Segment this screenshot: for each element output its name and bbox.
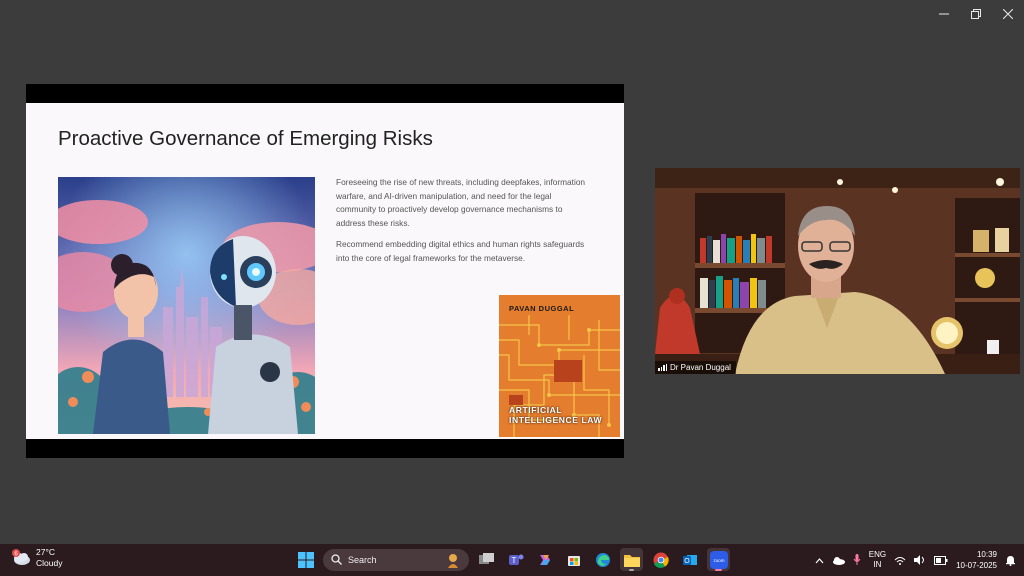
minimize-icon (939, 13, 949, 15)
battery-icon[interactable] (934, 555, 948, 565)
connection-signal-icon (658, 364, 667, 371)
edge-app[interactable] (591, 548, 614, 571)
chrome-app[interactable] (649, 548, 672, 571)
task-view-button[interactable] (475, 548, 498, 571)
search-label: Search (348, 554, 377, 565)
volume-icon[interactable] (914, 555, 926, 565)
participant-name: Dr Pavan Duggal (670, 363, 731, 372)
speaker-video-feed (655, 168, 1020, 374)
chevron-up-icon[interactable] (815, 557, 824, 564)
book-title-line-1: ARTIFICIAL (509, 405, 563, 415)
minimize-button[interactable] (928, 0, 960, 28)
wifi-icon[interactable] (894, 556, 906, 565)
edge-icon (595, 552, 610, 567)
svg-text:O: O (684, 558, 690, 565)
store-app[interactable] (562, 548, 585, 571)
human-and-robot-illustration (58, 177, 315, 434)
weather-widget[interactable]: 6 27°C Cloudy (10, 547, 62, 569)
outlook-icon: O (682, 554, 697, 565)
participant-video-tile[interactable]: Dr Pavan Duggal (655, 168, 1020, 374)
weather-condition: Cloudy (36, 558, 63, 568)
windows-logo-icon (297, 551, 314, 568)
copilot-app[interactable] (533, 548, 556, 571)
start-button[interactable] (294, 548, 317, 571)
presentation-slide: Proactive Governance of Emerging Risks F… (26, 103, 624, 439)
book-title: ARTIFICIAL INTELLIGENCE LAW (509, 405, 602, 425)
clock-date: 10-07-2025 (956, 561, 997, 570)
restore-button[interactable] (960, 0, 992, 28)
search-icon (331, 554, 342, 565)
language-code: ENG (868, 550, 887, 559)
bullet-2: Recommend embedding digital ethics and h… (336, 239, 585, 263)
cloud-icon: 6 (12, 549, 30, 565)
microphone-icon[interactable] (853, 554, 861, 566)
svg-text:zoom: zoom (713, 558, 724, 563)
close-icon (1003, 9, 1013, 19)
close-button[interactable] (992, 0, 1024, 28)
teams-icon: T (508, 554, 523, 565)
book-author: PAVAN DUGGAL (509, 304, 575, 313)
teams-app[interactable]: T (504, 548, 527, 571)
search-highlight-icon (448, 553, 458, 568)
notification-bell-icon[interactable] (1005, 555, 1016, 566)
store-icon (567, 555, 580, 566)
clock-time: 10:39 (976, 550, 997, 559)
onedrive-cloud-icon[interactable] (832, 556, 845, 565)
zoom-icon: zoom (709, 550, 728, 569)
zoom-app[interactable]: zoom (707, 548, 730, 571)
svg-text:T: T (511, 556, 516, 565)
shared-screen: Proactive Governance of Emerging Risks F… (26, 84, 624, 458)
slide-bullets: Foreseeing the rise of new threats, incl… (336, 176, 588, 273)
slide-title: Proactive Governance of Emerging Risks (58, 127, 433, 150)
folder-icon (623, 554, 640, 567)
region-code: IN (873, 560, 882, 569)
slide-illustration (58, 177, 315, 434)
weather-temp: 27°C (36, 547, 55, 557)
book-cover: PAVAN DUGGAL ARTIFICIAL INTELLIGENCE LAW (499, 295, 620, 437)
taskbar: 6 27°C Cloudy Search T O zoom ENG IN 10:… (0, 544, 1024, 576)
participant-name-tag: Dr Pavan Duggal (655, 361, 736, 374)
outlook-app[interactable]: O (678, 548, 701, 571)
book-title-line-2: INTELLIGENCE LAW (509, 415, 603, 425)
restore-icon (971, 9, 981, 19)
file-explorer-app[interactable] (620, 548, 643, 571)
language-indicator[interactable]: ENG IN (869, 550, 886, 570)
copilot-icon (539, 554, 550, 565)
clock[interactable]: 10:39 10-07-2025 (956, 549, 997, 571)
window-controls (928, 0, 1024, 28)
task-view-icon (479, 553, 494, 564)
bullet-1: Foreseeing the rise of new threats, incl… (336, 177, 586, 228)
system-tray: ENG IN 10:39 10-07-2025 (815, 548, 1016, 572)
chrome-icon (653, 552, 669, 568)
taskbar-search[interactable]: Search (323, 548, 469, 571)
